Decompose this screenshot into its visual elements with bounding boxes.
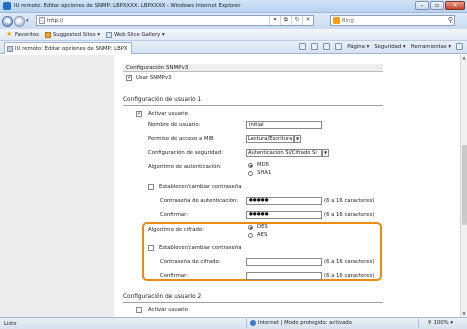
security-settings-dropdown-icon[interactable]: ▼ — [322, 149, 329, 157]
auth-password-label: Contraseña de autenticación: — [160, 198, 239, 204]
user2-divider — [123, 302, 383, 303]
search-input[interactable]: Bing — [342, 18, 354, 24]
snmpv3-header: Configuración SNMPv3 — [123, 64, 383, 72]
web-slice-icon — [106, 31, 113, 38]
refresh-icon[interactable]: ↻ — [291, 16, 302, 25]
sha1-label: SHA1 — [257, 170, 272, 176]
sha1-radio[interactable] — [248, 171, 253, 176]
ie-icon — [3, 2, 11, 10]
search-box[interactable]: Bing ⚲ — [330, 15, 455, 26]
minimize-button[interactable]: – — [415, 1, 429, 10]
enable-user1-checkbox[interactable] — [136, 110, 142, 117]
auth-confirm-input[interactable]: ●●●●● — [246, 211, 322, 219]
enc-password-input[interactable] — [246, 258, 322, 266]
feeds-icon[interactable] — [311, 43, 319, 50]
print-icon[interactable] — [335, 43, 343, 50]
stop-icon[interactable]: ✕ — [302, 16, 313, 25]
enc-confirm-hint: (6 a 16 caracteres) — [324, 273, 375, 279]
mib-permission-label: Permiso de acceso a MIB — [148, 136, 214, 142]
mib-permission-dropdown-icon[interactable]: ▼ — [294, 135, 301, 143]
left-panel — [0, 55, 114, 317]
home-icon[interactable] — [299, 43, 307, 50]
md5-radio[interactable] — [248, 163, 253, 168]
forward-button[interactable]: ▶ — [14, 15, 25, 27]
enable-user1-label: Activar usuario — [148, 111, 188, 117]
window-controls: – ▫ ✕ — [415, 1, 465, 10]
security-settings-label: Configuración de seguridad: — [148, 150, 223, 156]
window-title: IU remoto: Editar opciones de SNMP: LBPX… — [14, 3, 241, 9]
globe-icon — [250, 320, 256, 326]
set-enc-password-checkbox[interactable] — [148, 245, 154, 251]
security-zone-label: Internet | Modo protegido: activado — [258, 320, 352, 326]
md5-label: MD5 — [257, 162, 270, 168]
address-input[interactable]: http:// — [47, 18, 63, 24]
username-label: Nombre de usuario: — [148, 122, 201, 128]
close-button[interactable]: ✕ — [445, 1, 465, 10]
set-auth-password-label: Establecer/cambiar contraseña — [159, 184, 242, 190]
enable-user2-label: Activar usuario — [148, 307, 188, 313]
safety-menu[interactable]: Seguridad ▾ — [374, 44, 405, 50]
mib-permission-select[interactable]: Lectura/Escritura — [246, 135, 294, 143]
aes-label: AES — [257, 232, 268, 238]
enc-password-label: Contraseña de cifrado: — [160, 259, 221, 265]
title-bar: IU remoto: Editar opciones de SNMP: LBPX… — [0, 0, 467, 13]
auth-confirm-label: Confirmar: — [160, 212, 188, 218]
auth-algorithm-label: Algoritmo de autenticación: — [148, 164, 222, 170]
user2-title: Configuración de usuario 2 — [123, 294, 202, 300]
tab-remote-ui[interactable]: IU remoto: Editar opciones de SNMP: LBPX… — [4, 42, 132, 54]
encryption-algorithm-label: Algoritmo de cifrado: — [148, 227, 204, 233]
auth-confirm-hint: (6 a 16 caracteres) — [324, 212, 375, 218]
des-label: DES — [257, 224, 268, 230]
tab-label: IU remoto: Editar opciones de SNMP: LBPX… — [15, 45, 127, 52]
history-dropdown-icon[interactable]: ▾ — [26, 18, 29, 24]
vertical-scrollbar[interactable]: ▲ ▼ — [460, 55, 467, 317]
favorites-button[interactable]: ★ Favoritos — [6, 31, 39, 38]
address-dropdown-icon[interactable]: ▾ — [269, 16, 280, 25]
maximize-button[interactable]: ▫ — [430, 1, 444, 10]
scroll-up-icon[interactable]: ▲ — [461, 55, 467, 61]
enc-password-hint: (6 a 16 caracteres) — [324, 259, 375, 265]
zoom-control[interactable]: ⚲ 100% ▾ — [428, 320, 453, 326]
use-snmpv3-checkbox[interactable] — [126, 74, 132, 81]
back-button[interactable]: ◀ — [2, 15, 13, 27]
user1-divider — [123, 105, 383, 106]
set-enc-password-label: Establecer/cambiar contraseña — [159, 245, 242, 251]
zoom-dropdown-icon[interactable]: ▾ — [449, 320, 453, 326]
page-menu[interactable]: Página ▾ — [347, 44, 369, 50]
auth-password-input[interactable]: ●●●●● — [246, 197, 322, 205]
username-input[interactable]: initial — [246, 121, 322, 129]
des-radio[interactable] — [248, 225, 253, 230]
aes-radio[interactable] — [248, 233, 253, 238]
security-zone[interactable]: Internet | Modo protegido: activado — [250, 320, 352, 326]
enc-confirm-input[interactable] — [246, 272, 322, 280]
web-slice-gallery-link[interactable]: Web Slice Gallery ▾ — [106, 31, 165, 38]
favorites-bar: ★ Favoritos Suggested Sites ▾ Web Slice … — [0, 29, 467, 41]
enc-confirm-label: Confirmar: — [160, 273, 188, 279]
bing-logo-icon — [333, 17, 340, 24]
zoom-level: 100% — [433, 320, 449, 326]
user1-title: Configuración de usuario 1 — [123, 97, 202, 103]
tab-page-icon — [7, 45, 13, 52]
page-icon — [39, 17, 45, 24]
mail-icon[interactable] — [323, 43, 331, 50]
security-settings-select[interactable]: Autenticación Sí/Cifrado Sí — [246, 149, 322, 157]
status-bar: Listo Internet | Modo protegido: activad… — [0, 317, 467, 329]
address-bar[interactable]: http:// ▾ ⧉ ↻ ✕ — [36, 15, 314, 26]
set-auth-password-checkbox[interactable] — [148, 184, 154, 190]
tools-menu[interactable]: Herramientas ▾ — [411, 44, 451, 50]
command-bar: Página ▾ Seguridad ▾ Herramientas ▾ — [299, 43, 463, 50]
compatibility-icon[interactable]: ⧉ — [280, 16, 291, 25]
search-icon[interactable]: ⚲ — [448, 16, 453, 24]
help-icon[interactable] — [456, 43, 463, 50]
use-snmpv3-label: Usar SNMPv3 — [136, 75, 172, 81]
enable-user2-checkbox[interactable] — [136, 307, 142, 313]
status-text: Listo — [4, 320, 17, 327]
tab-bar: IU remoto: Editar opciones de SNMP: LBPX… — [0, 41, 467, 54]
star-icon: ★ — [6, 30, 13, 38]
scroll-thumb[interactable] — [462, 145, 467, 225]
navigation-bar: ◀ ▶ ▾ http:// ▾ ⧉ ↻ ✕ Bing ⚲ — [0, 13, 467, 29]
auth-password-hint: (6 a 16 caracteres) — [324, 198, 375, 204]
suggested-sites-icon — [44, 31, 51, 38]
suggested-sites-link[interactable]: Suggested Sites ▾ — [44, 31, 100, 38]
